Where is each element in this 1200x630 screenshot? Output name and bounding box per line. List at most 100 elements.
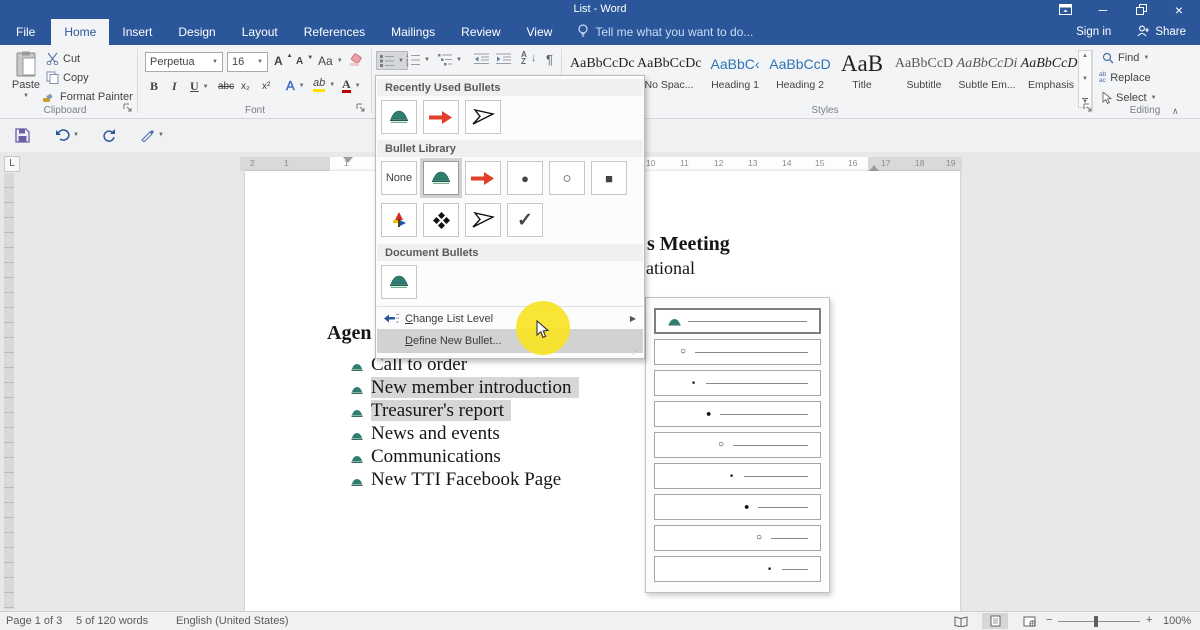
close-button[interactable]: × [1160,0,1198,19]
list-level-option-9[interactable]: ▪ [654,556,821,582]
tab-layout[interactable]: Layout [229,19,291,45]
styles-scroll-up-icon[interactable]: ▲ [1082,53,1088,59]
tab-file[interactable]: File [0,19,51,45]
style-emphasis[interactable]: AaBbCcDi Emphasis [1019,51,1083,91]
save-button[interactable] [12,125,32,145]
list-level-option-6[interactable]: ▪ [654,463,821,489]
replace-button[interactable]: abac Replace [1099,72,1151,84]
style-heading2[interactable]: AaBbCcD Heading 2 [768,51,832,91]
multilevel-list-button[interactable]: ▼ [438,51,462,68]
list-item[interactable]: New member introduction [371,377,579,399]
styles-dialog-launcher[interactable] [1083,103,1095,115]
bullet-open-circle[interactable]: ○ [549,161,585,195]
ribbon-display-options-icon[interactable] [1046,0,1084,19]
bullet-picture-selected[interactable] [423,161,459,195]
doc-heading-fragment[interactable]: s Meeting [647,233,730,256]
bullet-filled-square[interactable]: ■ [591,161,627,195]
select-button[interactable]: Select▼ [1102,92,1157,104]
doc-subheading-fragment[interactable]: ational [646,258,695,279]
recent-bullet-red-arrow[interactable] [423,100,459,134]
language-indicator[interactable]: English (United States) [176,615,289,627]
list-item[interactable]: New TTI Facebook Page [371,469,561,491]
strikethrough-button[interactable]: abc [218,81,234,92]
cut-button[interactable]: Cut [46,52,80,65]
list-level-option-2[interactable]: ○ [654,339,821,365]
first-line-indent-marker[interactable] [343,157,353,163]
tab-references[interactable]: References [291,19,378,45]
collapse-ribbon-icon[interactable]: ∧ [1172,106,1179,117]
draw-button[interactable]: ▼ [136,125,168,145]
tab-insert[interactable]: Insert [109,19,165,45]
minimize-button[interactable]: ─ [1084,0,1122,19]
list-item[interactable]: Communications [371,446,501,468]
resize-grip[interactable]: ⋰ [632,348,640,356]
list-level-option-5[interactable]: ○ [654,432,821,458]
underline-button[interactable]: U▼ [190,79,209,94]
clipboard-dialog-launcher[interactable] [123,103,135,115]
doc-agenda-heading-fragment[interactable]: Agen [327,322,371,345]
bullet-red-arrow[interactable] [465,161,501,195]
style-no-spacing[interactable]: AaBbCcDc No Spac... [637,51,701,91]
increase-indent-button[interactable] [496,53,511,65]
sign-in-button[interactable]: Sign in [1064,26,1123,38]
document-bullet-picture[interactable] [381,265,417,299]
recent-bullet-picture[interactable] [381,100,417,134]
bullet-none[interactable]: None [381,161,417,195]
decrease-indent-button[interactable] [474,53,489,65]
style-subtle-emphasis[interactable]: AaBbCcDi Subtle Em... [955,51,1019,91]
highlight-color-button[interactable]: ab▼ [313,78,335,92]
print-layout-button[interactable] [982,613,1008,629]
list-item[interactable]: Treasurer's report [371,400,511,422]
bullets-button[interactable]: ▼ [376,51,408,70]
bullet-black-arrow[interactable] [465,203,501,237]
paste-button[interactable]: Paste▼ [8,51,44,99]
zoom-slider-thumb[interactable] [1094,616,1098,627]
italic-button[interactable]: I [172,79,177,94]
font-name-combo[interactable]: Perpetua▼ [145,52,223,72]
read-mode-button[interactable] [948,613,974,629]
list-level-option-8[interactable]: ○ [654,525,821,551]
style-subtitle[interactable]: AaBbCcD Subtitle [892,51,956,91]
style-title[interactable]: AaB Title [830,51,894,91]
bullet-four-diamonds[interactable] [423,203,459,237]
grow-font-button[interactable]: A▲ [274,54,293,68]
numbering-button[interactable]: 123 ▼ [406,51,430,68]
list-level-option-1[interactable] [654,308,821,334]
text-effects-button[interactable]: A▼ [286,78,305,93]
pilcrow-button[interactable]: ¶ [546,52,553,67]
zoom-level[interactable]: 100% [1163,615,1191,627]
list-item[interactable]: News and events [371,423,500,445]
shrink-font-button[interactable]: A▼ [296,56,313,67]
page-indicator[interactable]: Page 1 of 3 [6,615,62,627]
redo-button[interactable] [98,125,118,145]
tab-mailings[interactable]: Mailings [378,19,448,45]
vertical-ruler[interactable] [4,173,14,609]
list-level-option-3[interactable]: ▪ [654,370,821,396]
zoom-in-button[interactable]: + [1146,614,1152,626]
tell-me-box[interactable]: Tell me what you want to do... [565,19,765,45]
tab-home[interactable]: Home [51,19,109,45]
restore-button[interactable] [1122,0,1160,19]
zoom-slider-track[interactable] [1058,621,1140,622]
font-color-button[interactable]: A▼ [342,78,361,93]
tab-design[interactable]: Design [165,19,228,45]
tab-review[interactable]: Review [448,19,513,45]
change-list-level-item[interactable]: Change List Level ▶ [377,308,643,329]
word-count[interactable]: 5 of 120 words [76,615,148,627]
bullet-filled-circle[interactable]: ● [507,161,543,195]
recent-bullet-black-arrow[interactable] [465,100,501,134]
bullet-checkmark[interactable]: ✓ [507,203,543,237]
find-button[interactable]: Find▼ [1102,52,1149,64]
font-dialog-launcher[interactable] [356,103,368,115]
web-layout-button[interactable] [1016,613,1042,629]
share-button[interactable]: Share [1123,25,1200,40]
superscript-button[interactable]: x² [262,81,270,92]
define-new-bullet-item[interactable]: Define New Bullet... [377,329,643,353]
list-level-option-4[interactable]: ● [654,401,821,427]
zoom-out-button[interactable]: − [1046,614,1052,626]
sort-button[interactable]: AZ↓ [521,51,536,65]
list-level-option-7[interactable]: ● [654,494,821,520]
copy-button[interactable]: Copy [46,71,89,84]
format-painter-button[interactable]: Format Painter [42,90,133,103]
tab-stop-selector[interactable]: L [4,156,20,172]
